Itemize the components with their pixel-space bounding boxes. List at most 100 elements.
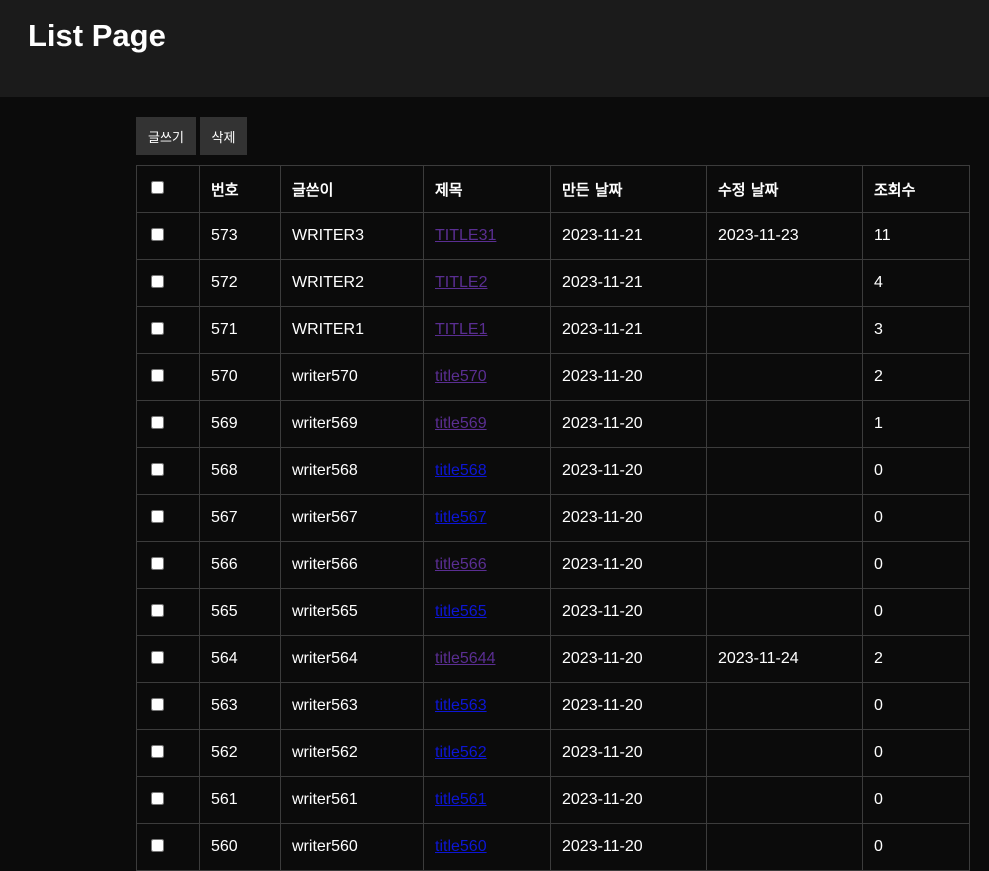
post-title-link[interactable]: title565 bbox=[435, 603, 487, 620]
post-views: 2 bbox=[862, 353, 970, 401]
post-modified-date bbox=[706, 729, 863, 777]
post-title-cell: title561 bbox=[423, 776, 551, 824]
post-modified-date bbox=[706, 400, 863, 448]
post-title-cell: title562 bbox=[423, 729, 551, 777]
post-views: 1 bbox=[862, 400, 970, 448]
post-table: 번호 글쓴이 제목 만든 날짜 수정 날짜 조회수 573 WRITER3 TITL… bbox=[136, 165, 970, 871]
post-title-link[interactable]: title5644 bbox=[435, 650, 496, 667]
post-created-date: 2023-11-20 bbox=[550, 776, 707, 824]
post-modified-date bbox=[706, 541, 863, 589]
table-body: 573 WRITER3 TITLE31 2023-11-21 2023-11-23 11 5… bbox=[136, 212, 970, 871]
row-select-cell bbox=[136, 447, 200, 495]
table-row: 563 writer563 title563 2023-11-20 0 bbox=[136, 682, 970, 730]
post-writer: writer570 bbox=[280, 353, 424, 401]
row-checkbox[interactable] bbox=[151, 791, 164, 805]
post-title-link[interactable]: title561 bbox=[435, 791, 487, 808]
post-title-link[interactable]: TITLE31 bbox=[435, 227, 496, 244]
write-button[interactable]: 글쓰기 bbox=[136, 117, 196, 155]
row-checkbox[interactable] bbox=[151, 462, 164, 476]
delete-button[interactable]: 삭제 bbox=[200, 117, 247, 155]
row-select-cell bbox=[136, 729, 200, 777]
post-number: 568 bbox=[199, 447, 281, 495]
post-created-date: 2023-11-20 bbox=[550, 588, 707, 636]
post-number: 573 bbox=[199, 212, 281, 260]
post-number: 567 bbox=[199, 494, 281, 542]
table-row: 565 writer565 title565 2023-11-20 0 bbox=[136, 588, 970, 636]
table-row: 566 writer566 title566 2023-11-20 0 bbox=[136, 541, 970, 589]
post-number: 564 bbox=[199, 635, 281, 683]
post-number: 565 bbox=[199, 588, 281, 636]
post-modified-date bbox=[706, 588, 863, 636]
post-writer: writer564 bbox=[280, 635, 424, 683]
post-modified-date bbox=[706, 259, 863, 307]
post-created-date: 2023-11-21 bbox=[550, 259, 707, 307]
post-modified-date bbox=[706, 447, 863, 495]
post-title-cell: TITLE31 bbox=[423, 212, 551, 260]
post-views: 2 bbox=[862, 635, 970, 683]
post-modified-date: 2023-11-24 bbox=[706, 635, 863, 683]
post-title-link[interactable]: title570 bbox=[435, 368, 487, 385]
row-select-cell bbox=[136, 306, 200, 354]
row-select-cell bbox=[136, 353, 200, 401]
row-checkbox[interactable] bbox=[151, 368, 164, 382]
table-row: 571 WRITER1 TITLE1 2023-11-21 3 bbox=[136, 306, 970, 354]
post-writer: WRITER1 bbox=[280, 306, 424, 354]
row-checkbox[interactable] bbox=[151, 415, 164, 429]
post-created-date: 2023-11-21 bbox=[550, 306, 707, 354]
post-title-cell: title5644 bbox=[423, 635, 551, 683]
post-views: 0 bbox=[862, 682, 970, 730]
row-checkbox[interactable] bbox=[151, 509, 164, 523]
post-number: 569 bbox=[199, 400, 281, 448]
post-title-cell: TITLE1 bbox=[423, 306, 551, 354]
post-title-link[interactable]: title568 bbox=[435, 462, 487, 479]
page-title: List Page bbox=[28, 18, 166, 53]
post-created-date: 2023-11-20 bbox=[550, 447, 707, 495]
post-views: 4 bbox=[862, 259, 970, 307]
post-title-link[interactable]: title569 bbox=[435, 415, 487, 432]
select-all-checkbox[interactable] bbox=[151, 181, 164, 194]
column-header-created-date: 만든 날짜 bbox=[550, 165, 707, 213]
post-writer: writer566 bbox=[280, 541, 424, 589]
post-created-date: 2023-11-20 bbox=[550, 400, 707, 448]
post-views: 0 bbox=[862, 729, 970, 777]
post-title-link[interactable]: title560 bbox=[435, 838, 487, 855]
row-checkbox[interactable] bbox=[151, 697, 164, 711]
post-title-link[interactable]: title563 bbox=[435, 697, 487, 714]
table-row: 567 writer567 title567 2023-11-20 0 bbox=[136, 494, 970, 542]
row-select-cell bbox=[136, 635, 200, 683]
post-modified-date bbox=[706, 823, 863, 871]
table-row: 569 writer569 title569 2023-11-20 1 bbox=[136, 400, 970, 448]
table-row: 561 writer561 title561 2023-11-20 0 bbox=[136, 776, 970, 824]
row-checkbox[interactable] bbox=[151, 227, 164, 241]
column-header-title: 제목 bbox=[423, 165, 551, 213]
page-header: List Page bbox=[0, 0, 989, 97]
post-created-date: 2023-11-20 bbox=[550, 494, 707, 542]
post-number: 566 bbox=[199, 541, 281, 589]
row-checkbox[interactable] bbox=[151, 321, 164, 335]
row-checkbox[interactable] bbox=[151, 744, 164, 758]
post-number: 561 bbox=[199, 776, 281, 824]
row-checkbox[interactable] bbox=[151, 274, 164, 288]
select-all-cell bbox=[136, 165, 200, 213]
post-writer: WRITER2 bbox=[280, 259, 424, 307]
table-row: 562 writer562 title562 2023-11-20 0 bbox=[136, 729, 970, 777]
post-title-link[interactable]: TITLE1 bbox=[435, 321, 487, 338]
row-checkbox[interactable] bbox=[151, 556, 164, 570]
post-title-link[interactable]: title562 bbox=[435, 744, 487, 761]
post-modified-date bbox=[706, 353, 863, 401]
table-row: 564 writer564 title5644 2023-11-20 2023-11-2… bbox=[136, 635, 970, 683]
post-writer: writer565 bbox=[280, 588, 424, 636]
post-title-link[interactable]: TITLE2 bbox=[435, 274, 487, 291]
row-checkbox[interactable] bbox=[151, 603, 164, 617]
row-checkbox[interactable] bbox=[151, 838, 164, 852]
post-modified-date bbox=[706, 494, 863, 542]
post-title-link[interactable]: title567 bbox=[435, 509, 487, 526]
row-select-cell bbox=[136, 212, 200, 260]
post-views: 0 bbox=[862, 494, 970, 542]
post-title-cell: title568 bbox=[423, 447, 551, 495]
post-title-cell: title565 bbox=[423, 588, 551, 636]
post-created-date: 2023-11-20 bbox=[550, 729, 707, 777]
row-checkbox[interactable] bbox=[151, 650, 164, 664]
post-title-link[interactable]: title566 bbox=[435, 556, 487, 573]
row-select-cell bbox=[136, 776, 200, 824]
